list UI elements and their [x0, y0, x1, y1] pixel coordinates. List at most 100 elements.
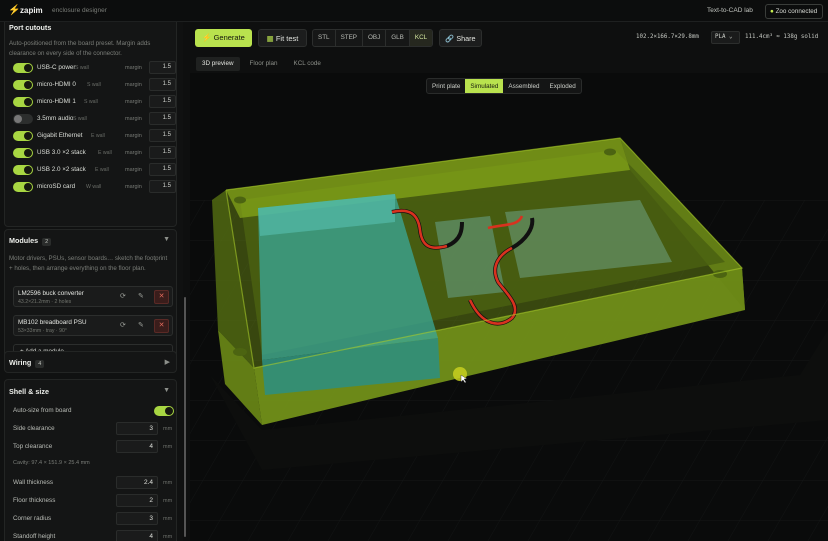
- edit-icon[interactable]: ✎: [138, 321, 144, 329]
- edit-icon[interactable]: ✎: [138, 292, 144, 300]
- margin-input[interactable]: 1.5: [149, 95, 176, 108]
- sidebar-scrollbar[interactable]: [184, 297, 186, 537]
- module-item[interactable]: LM2596 buck converter 43.2×21.2mm · 2 ho…: [13, 286, 173, 307]
- format-kcl-button[interactable]: KCL: [409, 30, 433, 46]
- shell-field-label: Floor thickness: [13, 497, 56, 504]
- rotate-icon[interactable]: ⟳: [120, 321, 126, 329]
- port-toggle[interactable]: [13, 131, 33, 141]
- margin-input[interactable]: 1.5: [149, 129, 176, 142]
- port-cutouts-card: Port cutouts Auto-positioned from the bo…: [4, 22, 177, 227]
- fit-test-button[interactable]: ▦ Fit test: [258, 29, 307, 47]
- port-wall: W wall: [86, 184, 102, 190]
- port-toggle[interactable]: [13, 148, 33, 158]
- port-row: microSD card W wall margin 1.5: [9, 180, 179, 194]
- app-subtitle: enclosure designer: [52, 7, 107, 14]
- port-row: USB 2.0 ×2 stack E wall margin 1.5: [9, 163, 179, 177]
- fit-test-label: Fit test: [275, 34, 299, 43]
- shell-field-input[interactable]: 4: [116, 530, 158, 541]
- wiring-card[interactable]: Wiring 4 ▶: [4, 351, 177, 373]
- port-toggle[interactable]: [13, 80, 33, 90]
- zoo-status-button[interactable]: ● Zoo connected: [765, 4, 823, 19]
- module-item[interactable]: MB102 breadboard PSU 53×33mm · tray · 90…: [13, 315, 173, 336]
- tab-kcl-code[interactable]: KCL code: [288, 57, 327, 71]
- port-row: micro-HDMI 1 S wall margin 1.5: [9, 95, 179, 109]
- zoo-status-label: Zoo connected: [775, 8, 818, 15]
- shell-field-input[interactable]: 3: [116, 512, 158, 525]
- margin-input[interactable]: 1.5: [149, 180, 176, 193]
- margin-input[interactable]: 1.5: [149, 78, 176, 91]
- view-mode-assembled[interactable]: Assembled: [503, 79, 544, 93]
- view-mode-simulated[interactable]: Simulated: [465, 79, 504, 93]
- chevron-right-icon[interactable]: ▶: [165, 358, 170, 366]
- margin-label: margin: [125, 116, 142, 122]
- port-toggle[interactable]: [13, 165, 33, 175]
- view-mode-print-plate[interactable]: Print plate: [427, 79, 465, 93]
- delete-module-button[interactable]: ✕: [154, 290, 169, 304]
- port-wall: S wall: [84, 99, 98, 105]
- module-details: 53×33mm · tray · 90°: [18, 328, 67, 334]
- view-mode-exploded[interactable]: Exploded: [545, 79, 581, 93]
- auto-size-row: Auto-size from board: [13, 404, 174, 418]
- shell-field-unit: mm: [163, 534, 173, 540]
- tab-floor-plan[interactable]: Floor plan: [244, 57, 284, 71]
- port-toggle[interactable]: [13, 182, 33, 192]
- port-row: USB-C power S wall margin 1.5: [9, 61, 179, 75]
- port-row: micro-HDMI 0 S wall margin 1.5: [9, 78, 179, 92]
- share-button[interactable]: 🔗 Share: [439, 29, 482, 47]
- 3d-viewport[interactable]: [190, 73, 828, 541]
- text-to-cad-link[interactable]: Text-to-CAD lab: [707, 7, 753, 14]
- modules-title[interactable]: Modules 2: [9, 236, 52, 246]
- shell-field-label: Wall thickness: [13, 479, 54, 486]
- shell-field-row: Standoff height 4 mm: [13, 530, 173, 541]
- shell-field-input[interactable]: 2: [116, 494, 158, 507]
- cavity-readout: Cavity: 97.4 × 151.9 × 25.4 mm: [13, 460, 90, 466]
- shell-size-title[interactable]: Shell & size: [9, 387, 49, 396]
- chevron-down-icon[interactable]: ▼: [163, 387, 170, 394]
- bolt-logo-icon: ⚡: [8, 5, 21, 16]
- shell-field-input[interactable]: 3: [116, 422, 158, 435]
- port-toggle[interactable]: [13, 97, 33, 107]
- port-wall: E wall: [98, 150, 112, 156]
- material-select[interactable]: PLA ⌄: [711, 31, 740, 44]
- modules-count-badge: 2: [42, 238, 52, 246]
- shell-field-label: Corner radius: [13, 515, 52, 522]
- shell-field-unit: mm: [163, 516, 173, 522]
- generate-label: Generate: [213, 33, 245, 42]
- port-wall: S wall: [73, 116, 87, 122]
- shell-field-row: Wall thickness 2.4 mm: [13, 476, 173, 490]
- rotate-icon[interactable]: ⟳: [120, 292, 126, 300]
- enclosure-render: [190, 73, 828, 541]
- format-stl-button[interactable]: STL: [313, 30, 336, 46]
- port-row: USB 3.0 ×2 stack E wall margin 1.5: [9, 146, 179, 160]
- margin-input[interactable]: 1.5: [149, 146, 176, 159]
- shell-field-label: Top clearance: [13, 443, 53, 450]
- module-details: 43.2×21.2mm · 2 holes: [18, 299, 72, 305]
- margin-input[interactable]: 1.5: [149, 61, 176, 74]
- delete-module-button[interactable]: ✕: [154, 319, 169, 333]
- shell-field-input[interactable]: 2.4: [116, 476, 158, 489]
- view-tabs: 3D preview Floor plan KCL code: [196, 57, 331, 71]
- app-name: zapim: [20, 6, 43, 15]
- tab-3d-preview[interactable]: 3D preview: [196, 57, 240, 71]
- port-row: Gigabit Ethernet E wall margin 1.5: [9, 129, 179, 143]
- port-wall: E wall: [95, 167, 109, 173]
- shell-field-input[interactable]: 4: [116, 440, 158, 453]
- status-dot-icon: ●: [770, 8, 774, 15]
- margin-input[interactable]: 1.5: [149, 112, 176, 125]
- format-step-button[interactable]: STEP: [336, 30, 364, 46]
- port-toggle[interactable]: [13, 63, 33, 73]
- material-label: PLA: [715, 34, 726, 40]
- chevron-down-icon[interactable]: ▼: [163, 236, 170, 243]
- auto-size-toggle[interactable]: [154, 406, 174, 416]
- wiring-title-label: Wiring: [9, 358, 32, 367]
- port-toggle[interactable]: [13, 114, 33, 124]
- format-obj-button[interactable]: OBJ: [363, 30, 387, 46]
- module-name: LM2596 buck converter: [18, 290, 84, 297]
- generate-button[interactable]: ⚡ Generate: [195, 29, 252, 47]
- margin-label: margin: [125, 99, 142, 105]
- port-name: microSD card: [37, 183, 76, 190]
- port-cutouts-hint: Auto-positioned from the board preset. M…: [9, 40, 151, 57]
- format-glb-button[interactable]: GLB: [386, 30, 410, 46]
- port-name: micro-HDMI 0: [37, 81, 76, 88]
- margin-input[interactable]: 1.5: [149, 163, 176, 176]
